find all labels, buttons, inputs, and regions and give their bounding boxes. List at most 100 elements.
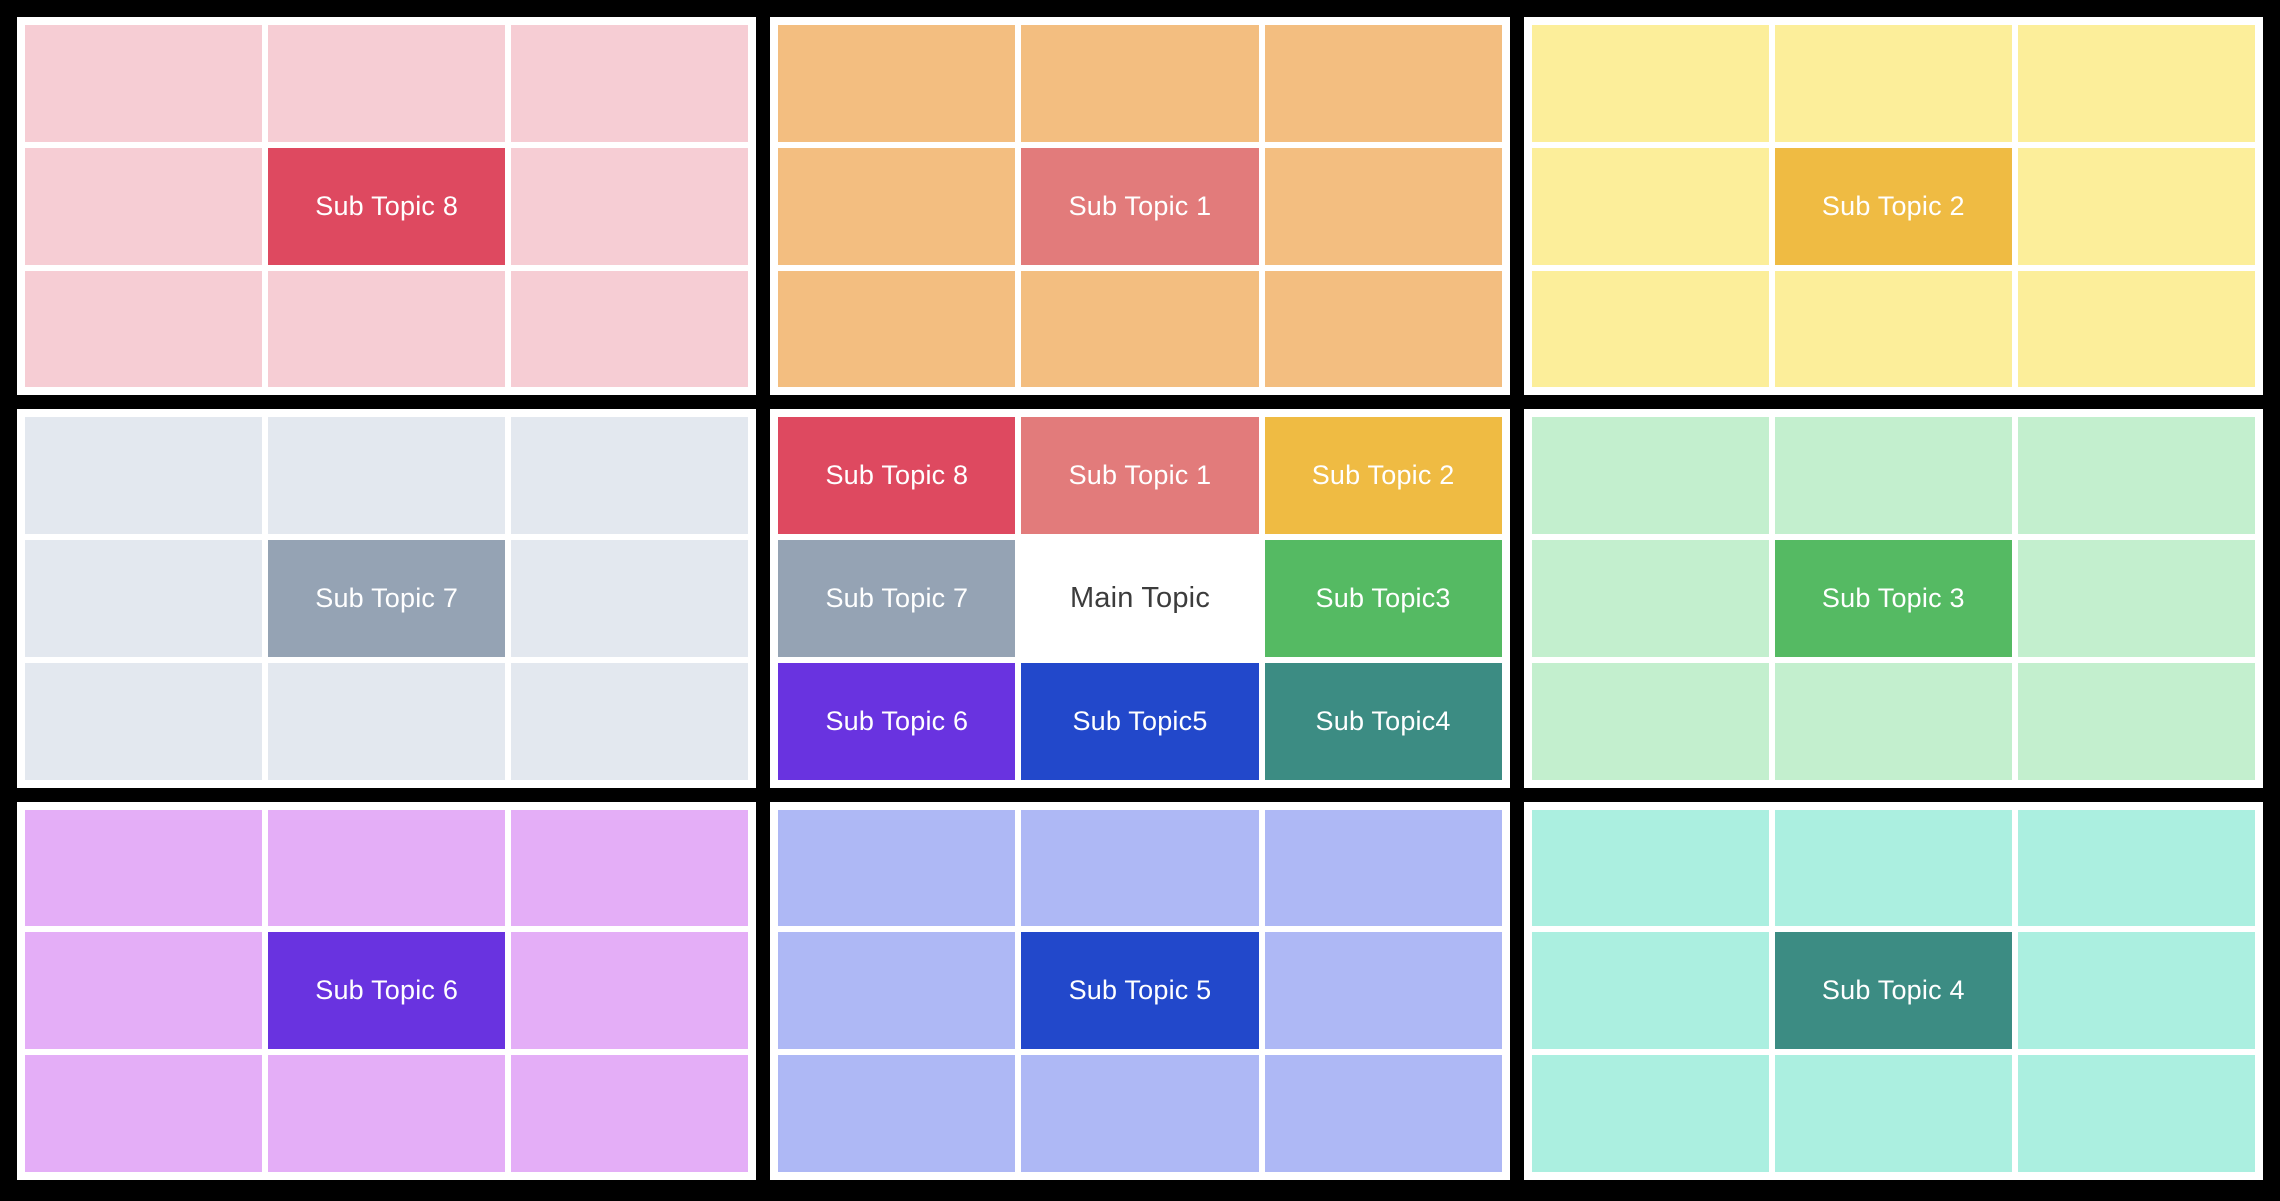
cell-empty-7-6[interactable] — [778, 1055, 1016, 1172]
cell-empty-8-2[interactable] — [2017, 809, 2255, 927]
cell-empty-1-6[interactable] — [778, 270, 1016, 388]
cell-empty-5-6[interactable] — [1531, 662, 1769, 780]
cell-empty-5-3[interactable] — [1531, 540, 1769, 657]
panel-sub-topic-4: Sub Topic 4 — [1523, 801, 2263, 1180]
cell-empty-8-5[interactable] — [2017, 932, 2255, 1050]
cell-empty-6-5[interactable] — [511, 932, 749, 1050]
cell-empty-6-6[interactable] — [25, 1055, 263, 1172]
cell-empty-1-7[interactable] — [1021, 270, 1259, 388]
cell-sub-topic-6[interactable]: Sub Topic 6 — [268, 932, 506, 1050]
panel-sub-topic-4-grid: Sub Topic 4 — [1531, 809, 2255, 1172]
cell-empty-6-3[interactable] — [25, 932, 263, 1050]
cell-empty-3-6[interactable] — [25, 662, 263, 780]
cell-empty-7-1[interactable] — [1021, 809, 1259, 927]
cell-sub-topic-3[interactable]: Sub Topic 3 — [1774, 540, 2012, 657]
panel-sub-topic-8-grid: Sub Topic 8 — [25, 25, 749, 388]
cell-empty-8-7[interactable] — [1774, 1055, 2012, 1172]
cell-empty-7-2[interactable] — [1264, 809, 1502, 927]
panel-main-topic: Sub Topic 8 Sub Topic 1 Sub Topic 2 Sub Top… — [770, 409, 1510, 788]
cell-empty-1-5[interactable] — [1264, 147, 1502, 265]
lotus-blossom-board: Sub Topic 8 Sub Topic 1 Sub Topic 2 Sub Top… — [0, 0, 2280, 1201]
panel-sub-topic-6-grid: Sub Topic 6 — [25, 809, 749, 1172]
panel-sub-topic-7-grid: Sub Topic 7 — [25, 417, 749, 780]
cell-sub-topic-1[interactable]: Sub Topic 1 — [1021, 417, 1259, 535]
cell-empty-5-2[interactable] — [2017, 417, 2255, 535]
cell-empty-3-0[interactable] — [25, 417, 263, 535]
cell-empty-5-8[interactable] — [2017, 662, 2255, 780]
cell-empty-1-0[interactable] — [778, 25, 1016, 142]
cell-empty-7-0[interactable] — [778, 809, 1016, 927]
panel-sub-topic-2-grid: Sub Topic 2 — [1531, 25, 2255, 388]
panel-sub-topic-7: Sub Topic 7 — [17, 409, 757, 788]
cell-empty-3-8[interactable] — [511, 662, 749, 780]
cell-empty-8-0[interactable] — [1531, 809, 1769, 927]
cell-empty-0-6[interactable] — [25, 270, 263, 388]
panel-sub-topic-3: Sub Topic 3 — [1523, 409, 2263, 788]
cell-empty-0-3[interactable] — [25, 147, 263, 265]
cell-empty-6-7[interactable] — [268, 1055, 506, 1172]
cell-empty-6-1[interactable] — [268, 809, 506, 927]
cell-empty-2-0[interactable] — [1531, 25, 1769, 142]
cell-empty-6-8[interactable] — [511, 1055, 749, 1172]
cell-empty-3-5[interactable] — [511, 540, 749, 657]
cell-empty-8-1[interactable] — [1774, 809, 2012, 927]
cell-sub-topic-2[interactable]: Sub Topic 2 — [1264, 417, 1502, 535]
cell-empty-5-0[interactable] — [1531, 417, 1769, 535]
cell-empty-2-8[interactable] — [2017, 270, 2255, 388]
cell-empty-0-1[interactable] — [268, 25, 506, 142]
cell-empty-3-2[interactable] — [511, 417, 749, 535]
cell-empty-7-8[interactable] — [1264, 1055, 1502, 1172]
cell-empty-1-3[interactable] — [778, 147, 1016, 265]
cell-empty-2-3[interactable] — [1531, 147, 1769, 265]
cell-empty-2-7[interactable] — [1774, 270, 2012, 388]
cell-sub-topic-5[interactable]: Sub Topic 5 — [1021, 932, 1259, 1050]
cell-empty-2-6[interactable] — [1531, 270, 1769, 388]
cell-sub-topic-7[interactable]: Sub Topic 7 — [778, 540, 1016, 657]
cell-empty-3-1[interactable] — [268, 417, 506, 535]
cell-empty-2-1[interactable] — [1774, 25, 2012, 142]
cell-sub-topic-6[interactable]: Sub Topic 6 — [778, 662, 1016, 780]
cell-empty-0-7[interactable] — [268, 270, 506, 388]
cell-sub-topic3[interactable]: Sub Topic3 — [1264, 540, 1502, 657]
cell-empty-3-3[interactable] — [25, 540, 263, 657]
panel-sub-topic-5-grid: Sub Topic 5 — [778, 809, 1502, 1172]
cell-empty-8-8[interactable] — [2017, 1055, 2255, 1172]
cell-empty-8-3[interactable] — [1531, 932, 1769, 1050]
panel-main-topic-grid: Sub Topic 8 Sub Topic 1 Sub Topic 2 Sub Top… — [778, 417, 1502, 780]
cell-sub-topic4[interactable]: Sub Topic4 — [1264, 662, 1502, 780]
cell-sub-topic-8[interactable]: Sub Topic 8 — [268, 147, 506, 265]
panel-sub-topic-1: Sub Topic 1 — [770, 17, 1510, 396]
cell-empty-0-5[interactable] — [511, 147, 749, 265]
cell-empty-5-7[interactable] — [1774, 662, 2012, 780]
cell-sub-topic-4[interactable]: Sub Topic 4 — [1774, 932, 2012, 1050]
cell-empty-1-1[interactable] — [1021, 25, 1259, 142]
cell-main-topic[interactable]: Main Topic — [1021, 540, 1259, 657]
cell-empty-3-7[interactable] — [268, 662, 506, 780]
cell-empty-0-2[interactable] — [511, 25, 749, 142]
cell-empty-2-5[interactable] — [2017, 147, 2255, 265]
panel-sub-topic-5: Sub Topic 5 — [770, 801, 1510, 1180]
cell-sub-topic5[interactable]: Sub Topic5 — [1021, 662, 1259, 780]
cell-sub-topic-7[interactable]: Sub Topic 7 — [268, 540, 506, 657]
panel-sub-topic-3-grid: Sub Topic 3 — [1531, 417, 2255, 780]
cell-sub-topic-8[interactable]: Sub Topic 8 — [778, 417, 1016, 535]
cell-empty-7-5[interactable] — [1264, 932, 1502, 1050]
cell-empty-0-0[interactable] — [25, 25, 263, 142]
cell-empty-7-7[interactable] — [1021, 1055, 1259, 1172]
cell-empty-5-1[interactable] — [1774, 417, 2012, 535]
cell-empty-1-2[interactable] — [1264, 25, 1502, 142]
panel-sub-topic-6: Sub Topic 6 — [17, 801, 757, 1180]
cell-empty-8-6[interactable] — [1531, 1055, 1769, 1172]
cell-empty-6-2[interactable] — [511, 809, 749, 927]
cell-empty-1-8[interactable] — [1264, 270, 1502, 388]
cell-sub-topic-1[interactable]: Sub Topic 1 — [1021, 147, 1259, 265]
cell-empty-7-3[interactable] — [778, 932, 1016, 1050]
panel-sub-topic-2: Sub Topic 2 — [1523, 17, 2263, 396]
cell-empty-2-2[interactable] — [2017, 25, 2255, 142]
cell-sub-topic-2[interactable]: Sub Topic 2 — [1774, 147, 2012, 265]
panel-sub-topic-1-grid: Sub Topic 1 — [778, 25, 1502, 388]
panel-sub-topic-8: Sub Topic 8 — [17, 17, 757, 396]
cell-empty-5-5[interactable] — [2017, 540, 2255, 657]
cell-empty-0-8[interactable] — [511, 270, 749, 388]
cell-empty-6-0[interactable] — [25, 809, 263, 927]
